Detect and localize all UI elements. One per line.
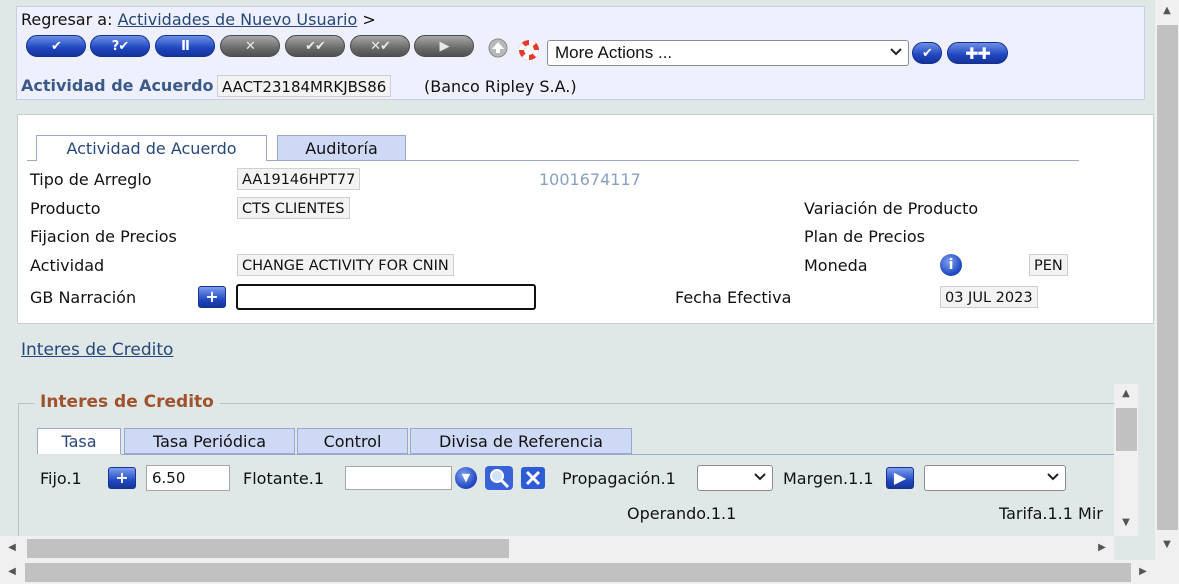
inner-hscroll-thumb[interactable] <box>27 539 509 558</box>
search-icon[interactable] <box>484 465 514 491</box>
fijacion-label: Fijacion de Precios <box>30 227 177 246</box>
commit-button[interactable]: ✔ <box>26 35 86 57</box>
expand-plus-button[interactable]: + <box>198 286 226 308</box>
variacion-label: Variación de Producto <box>804 199 979 218</box>
page-hscroll-thumb[interactable] <box>25 563 1131 582</box>
narracion-input[interactable] <box>236 284 536 310</box>
tab-baseline-left <box>27 160 36 161</box>
fecha-label: Fecha Efectiva <box>675 288 792 307</box>
company-name: (Banco Ripley S.A.) <box>424 77 577 96</box>
tab-baseline <box>267 160 1079 161</box>
subtab-control[interactable]: Control <box>297 428 408 454</box>
tab-actividad-de-acuerdo[interactable]: Actividad de Acuerdo <box>36 135 267 161</box>
chevron-down-icon <box>890 46 902 60</box>
page-scroll-up-icon[interactable]: ▲ <box>1159 5 1175 16</box>
page-scroll-right-icon[interactable]: ▶ <box>1135 566 1151 577</box>
moneda-value: PEN <box>1029 254 1068 276</box>
margen-expand-button[interactable]: ▶ <box>886 467 914 489</box>
actividad-label: Actividad <box>30 256 105 275</box>
subtab-divisa-referencia[interactable]: Divisa de Referencia <box>410 428 632 454</box>
customer-id: 1001674117 <box>539 170 641 189</box>
credit-legend: Interes de Credito <box>34 392 220 412</box>
reverse-button[interactable]: ✕✔ <box>350 35 410 57</box>
tipo-arreglo-value: AA19146HPT77 <box>237 168 361 190</box>
breadcrumb-prefix: Regresar a: <box>21 10 113 29</box>
fijo-input[interactable]: 6.50 <box>146 465 230 491</box>
moneda-label: Moneda <box>804 256 868 275</box>
delete-button[interactable]: ✕ <box>220 35 280 57</box>
flotante-input[interactable] <box>345 466 452 490</box>
subtab-tasa-periodica[interactable]: Tasa Periódica <box>124 428 295 454</box>
producto-label: Producto <box>30 199 101 218</box>
chevron-down-icon <box>1047 471 1059 485</box>
flotante-label: Flotante.1 <box>243 469 325 488</box>
propagacion-label: Propagación.1 <box>562 469 676 488</box>
chevron-down-icon <box>754 471 766 485</box>
next-button[interactable]: ▶ <box>414 35 474 57</box>
producto-value: CTS CLIENTES <box>237 197 350 219</box>
tarifa-label: Tarifa.1.1 Mir <box>999 504 1103 523</box>
inner-vertical-scrollbar[interactable] <box>1114 384 1138 536</box>
operando-label: Operando.1.1 <box>627 504 737 523</box>
plan-label: Plan de Precios <box>804 227 926 246</box>
go-button[interactable]: ✔ <box>912 42 942 64</box>
subtab-baseline <box>121 454 1114 455</box>
narracion-label: GB Narración <box>30 288 137 307</box>
scroll-up-arrow-icon[interactable]: ▲ <box>1118 388 1134 399</box>
dropdown-icon[interactable]: ▼ <box>455 467 477 489</box>
validate-button[interactable]: ?✔ <box>90 35 150 57</box>
help-lifebuoy-icon[interactable] <box>517 38 541 62</box>
fijo-label: Fijo.1 <box>40 469 82 488</box>
activity-label: Actividad de Acuerdo <box>21 76 214 95</box>
breadcrumb: Regresar a: Actividades de Nuevo Usuario… <box>21 10 376 29</box>
upload-icon[interactable] <box>483 38 513 58</box>
margen-label: Margen.1.1 <box>783 469 874 488</box>
interes-credito-link[interactable]: Interes de Credito <box>21 340 173 360</box>
scroll-right-arrow-icon[interactable]: ▶ <box>1094 542 1110 553</box>
authorise-button[interactable]: ✔✔ <box>285 35 345 57</box>
more-actions-select[interactable]: More Actions ... <box>547 40 909 66</box>
page-scroll-left-icon[interactable]: ◀ <box>4 566 20 577</box>
tipo-arreglo-label: Tipo de Arreglo <box>30 170 152 189</box>
tab-auditoria[interactable]: Auditoría <box>277 135 406 161</box>
info-icon[interactable]: i <box>940 254 962 276</box>
subtab-tasa[interactable]: Tasa <box>37 428 121 454</box>
inner-scroll-thumb[interactable] <box>1116 408 1137 451</box>
page-scroll-down-icon[interactable]: ▼ <box>1159 539 1175 550</box>
fijo-plus-button[interactable]: + <box>108 467 136 489</box>
activity-id: AACT23184MRKJBS86 <box>217 75 392 97</box>
fecha-value: 03 JUL 2023 <box>940 286 1038 308</box>
page-vscroll-thumb[interactable] <box>1157 25 1178 530</box>
scroll-left-arrow-icon[interactable]: ◀ <box>4 542 20 553</box>
propagacion-select[interactable] <box>697 465 773 491</box>
clear-icon[interactable] <box>520 466 546 490</box>
hold-button[interactable]: II <box>155 35 215 57</box>
margen-select[interactable] <box>924 465 1066 491</box>
actividad-value: CHANGE ACTIVITY FOR CNIN <box>237 254 454 276</box>
new-deal-button[interactable]: ✚✚ <box>947 42 1008 64</box>
breadcrumb-separator: > <box>362 10 376 29</box>
scroll-down-arrow-icon[interactable]: ▼ <box>1118 517 1134 528</box>
breadcrumb-link[interactable]: Actividades de Nuevo Usuario <box>118 10 358 29</box>
